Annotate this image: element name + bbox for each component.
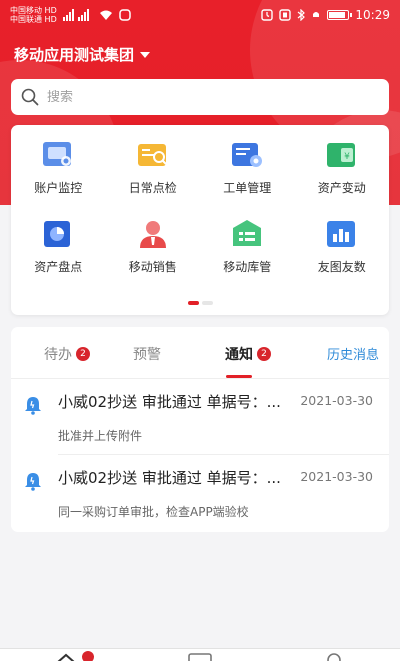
todo-badge: 2 xyxy=(76,347,90,361)
app-asset-change[interactable]: ¥ 资产变动 xyxy=(295,139,390,196)
message-date: 2021-03-30 xyxy=(300,393,373,408)
message-nav-icon[interactable] xyxy=(188,653,212,661)
tab-label: 预警 xyxy=(133,347,161,363)
app-work-order[interactable]: 工单管理 xyxy=(200,139,295,196)
history-link[interactable]: 历史消息 xyxy=(327,344,379,363)
page-indicator xyxy=(11,301,389,305)
app-label: 资产盘点 xyxy=(34,260,83,274)
carrier-2-tag: HD xyxy=(44,15,57,24)
chart-data-icon xyxy=(326,221,355,247)
signal-icon xyxy=(62,9,89,21)
message-title: 小威02抄送 审批通过 单据号：... xyxy=(58,393,281,411)
home-badge xyxy=(82,651,94,661)
work-order-icon xyxy=(232,143,263,167)
carrier-info: 中国移动 HD 中国联通 HD xyxy=(10,6,57,24)
app-grid-card: 账户监控 日常点检 工单管理 ¥ 资产变动 资产盘点 移动销售 移动库管 友图友… xyxy=(11,125,389,315)
carrier-1-tag: HD xyxy=(44,6,57,15)
wifi-icon xyxy=(99,10,112,20)
app-label: 移动销售 xyxy=(128,260,177,274)
app-label: 移动库管 xyxy=(223,260,272,274)
app-chart-data[interactable]: 友图友数 xyxy=(295,218,390,275)
app-label: 工单管理 xyxy=(223,181,272,195)
asset-change-icon: ¥ xyxy=(326,143,355,167)
notice-badge: 2 xyxy=(257,347,271,361)
svg-text:¥: ¥ xyxy=(344,152,350,162)
caret-down-icon xyxy=(140,51,151,58)
profile-icon[interactable] xyxy=(324,653,344,661)
app-mobile-sales[interactable]: 移动销售 xyxy=(106,218,201,275)
search-input[interactable] xyxy=(47,89,347,105)
app-grid: 账户监控 日常点检 工单管理 ¥ 资产变动 资产盘点 移动销售 移动库管 友图友… xyxy=(11,139,389,275)
bottom-nav xyxy=(0,648,400,661)
battery-icon xyxy=(327,10,353,20)
home-icon[interactable] xyxy=(56,653,76,661)
app-asset-inventory[interactable]: 资产盘点 xyxy=(11,218,106,275)
carrier-2: 中国联通 xyxy=(10,15,42,24)
tab-label: 通知 xyxy=(225,347,253,363)
active-tab-indicator xyxy=(226,375,252,378)
battery-fill xyxy=(329,12,345,18)
tab-todo[interactable]: 待办 2 xyxy=(44,344,90,364)
message-tabs: 待办 2 预警 通知 2 历史消息 xyxy=(11,327,389,379)
status-bar: 中国移动 HD 中国联通 HD 10:29 xyxy=(0,0,400,30)
tab-label: 待办 xyxy=(44,347,72,363)
mobile-warehouse-icon xyxy=(233,220,262,246)
org-selector[interactable]: 移动应用测试集团 xyxy=(14,44,151,65)
notification-icon xyxy=(118,9,131,21)
app-label: 日常点检 xyxy=(128,181,177,195)
alarm-icon xyxy=(261,9,274,21)
app-mobile-warehouse[interactable]: 移动库管 xyxy=(200,218,295,275)
mute-icon xyxy=(313,12,320,17)
bell-icon xyxy=(25,397,41,415)
message-date: 2021-03-30 xyxy=(300,469,373,484)
app-label: 友图友数 xyxy=(317,260,366,274)
carrier-1: 中国移动 xyxy=(10,6,42,15)
page-dot-active xyxy=(187,301,199,305)
message-title: 小威02抄送 审批通过 单据号：... xyxy=(58,469,281,487)
divider xyxy=(58,454,389,455)
account-monitor-icon xyxy=(43,142,72,166)
app-label: 资产变动 xyxy=(317,181,366,195)
page-dot xyxy=(201,301,213,305)
search-icon xyxy=(21,88,39,106)
search-bar[interactable] xyxy=(11,79,389,115)
app-daily-inspection[interactable]: 日常点检 xyxy=(106,139,201,196)
bell-icon xyxy=(25,473,41,491)
app-account-monitor[interactable]: 账户监控 xyxy=(11,139,106,196)
tab-warning[interactable]: 预警 xyxy=(133,344,161,364)
clock: 10:29 xyxy=(355,8,390,22)
message-panel: 待办 2 预警 通知 2 历史消息 小威02抄送 审批通过 单据号：... 20… xyxy=(11,327,389,532)
mobile-sales-icon xyxy=(139,221,166,248)
org-name: 移动应用测试集团 xyxy=(14,46,135,64)
vibrate-icon xyxy=(279,9,292,21)
daily-inspection-icon xyxy=(137,144,167,166)
message-desc: 同一采购订单审批，检查APP端验校 xyxy=(58,505,249,519)
app-label: 账户监控 xyxy=(34,181,83,195)
message-desc: 批准并上传附件 xyxy=(58,429,143,443)
asset-inventory-icon xyxy=(44,221,71,247)
bluetooth-icon xyxy=(298,9,306,21)
tab-notice[interactable]: 通知 2 xyxy=(225,344,271,364)
